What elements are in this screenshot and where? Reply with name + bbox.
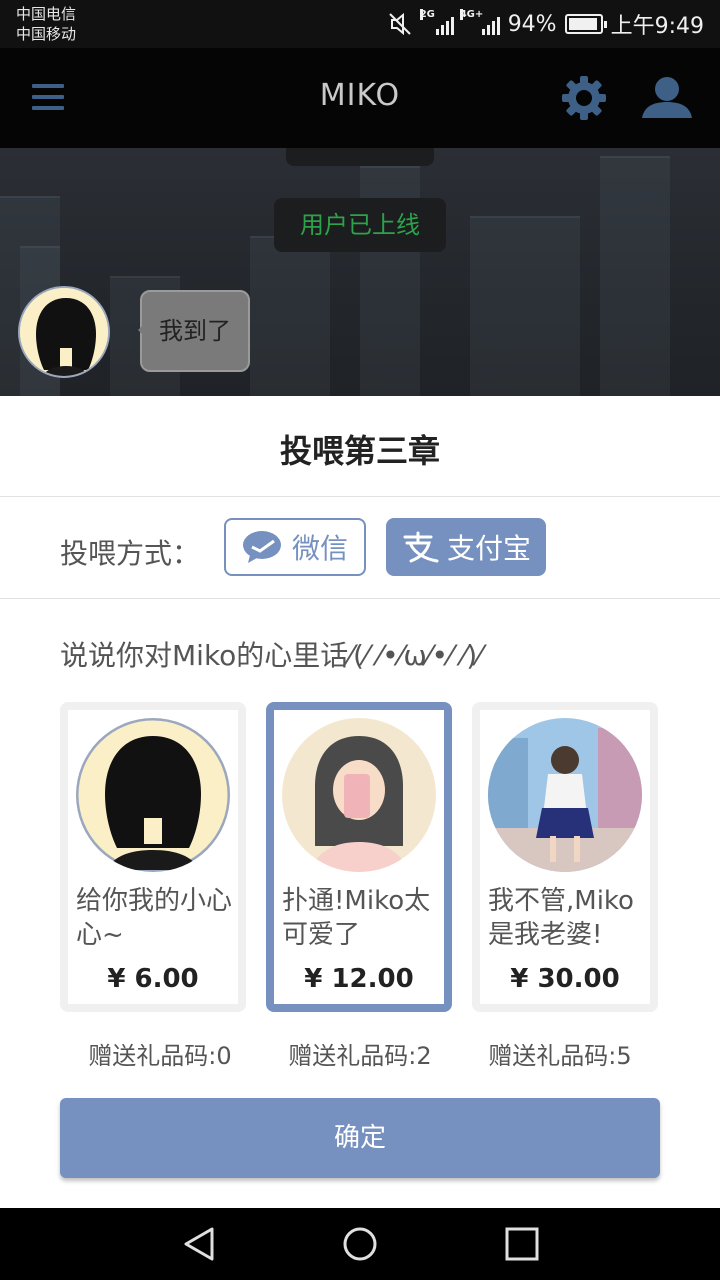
chat-bubble: 我到了 xyxy=(138,290,250,372)
sheet-title: 投喂第三章 xyxy=(279,432,440,470)
battery-fill xyxy=(568,18,597,30)
user-icon[interactable] xyxy=(640,76,694,120)
recents-icon[interactable] xyxy=(502,1226,542,1262)
pay-method-label: 投喂方式： xyxy=(60,537,201,570)
divider xyxy=(0,496,720,497)
home-icon[interactable] xyxy=(340,1226,380,1262)
nav-bar xyxy=(0,1208,720,1280)
previous-notice xyxy=(286,148,434,166)
option-card-1[interactable]: 给你我的小心心~ ¥ 6.00 xyxy=(60,702,246,1012)
option-caption-3: 我不管,Miko是我老婆! xyxy=(488,886,634,950)
gift-code-1: 赠送礼品码:0 xyxy=(88,1042,232,1070)
net-type-2: 4G+ xyxy=(459,9,484,20)
divider xyxy=(0,598,720,599)
signal-2g-icon: 2G xyxy=(419,9,454,35)
option-price-2: ¥ 12.00 xyxy=(304,964,414,994)
net-type-1: 2G xyxy=(419,9,435,20)
gift-code-2: 赠送礼品码:2 xyxy=(288,1042,432,1070)
option-card-2[interactable]: 扑通!Miko太可爱了 ¥ 12.00 xyxy=(266,702,452,1012)
wechat-pay-button[interactable]: 微信 xyxy=(224,518,366,576)
option-image-3 xyxy=(488,718,642,872)
miko-avatar[interactable] xyxy=(18,286,110,378)
wechat-label: 微信 xyxy=(291,532,348,565)
chat-area: 用户已上线 我到了 xyxy=(0,148,720,396)
carrier-info: 中国电信 中国移动 xyxy=(16,4,76,44)
gift-code-3: 赠送礼品码:5 xyxy=(488,1042,632,1070)
confirm-button[interactable]: 确定 xyxy=(60,1098,660,1178)
option-card-3[interactable]: 我不管,Miko是我老婆! ¥ 30.00 xyxy=(472,702,658,1012)
app-title: MIKO xyxy=(319,78,401,113)
carrier-2: 中国移动 xyxy=(16,25,77,43)
carrier-1: 中国电信 xyxy=(16,5,77,23)
battery-icon xyxy=(564,14,607,34)
option-image-2 xyxy=(282,718,436,872)
clock: 上午9:49 xyxy=(610,14,704,39)
signal-4g-icon: 4G+ xyxy=(459,9,500,35)
feed-sheet: 投喂第三章 投喂方式： 微信 支付宝 说说你对Miko的心里话⁄(⁄ ⁄•⁄ω⁄… xyxy=(0,396,720,1208)
online-notice: 用户已上线 xyxy=(274,198,446,252)
option-price-1: ¥ 6.00 xyxy=(107,964,199,994)
option-image-1 xyxy=(76,718,230,872)
battery-percent: 94% xyxy=(507,11,557,37)
mute-icon xyxy=(388,12,411,36)
alipay-button[interactable]: 支付宝 xyxy=(386,518,546,576)
back-icon[interactable] xyxy=(180,1226,220,1262)
option-caption-1: 给你我的小心心~ xyxy=(76,886,233,950)
option-price-3: ¥ 30.00 xyxy=(510,964,620,994)
status-icons: 2G 4G+ 94% 上午9:49 xyxy=(388,8,704,40)
app-bar: MIKO xyxy=(0,48,720,148)
alipay-icon xyxy=(403,531,439,563)
alipay-label: 支付宝 xyxy=(446,532,531,565)
message-prompt[interactable]: 说说你对Miko的心里话⁄(⁄ ⁄•⁄ω⁄•⁄ ⁄)⁄ xyxy=(60,634,482,674)
gear-icon[interactable] xyxy=(560,74,608,122)
status-bar: 中国电信 中国移动 2G 4G+ 94% 上午9:49 xyxy=(0,0,720,48)
option-caption-2: 扑通!Miko太可爱了 xyxy=(282,886,431,950)
wechat-icon xyxy=(242,531,281,563)
